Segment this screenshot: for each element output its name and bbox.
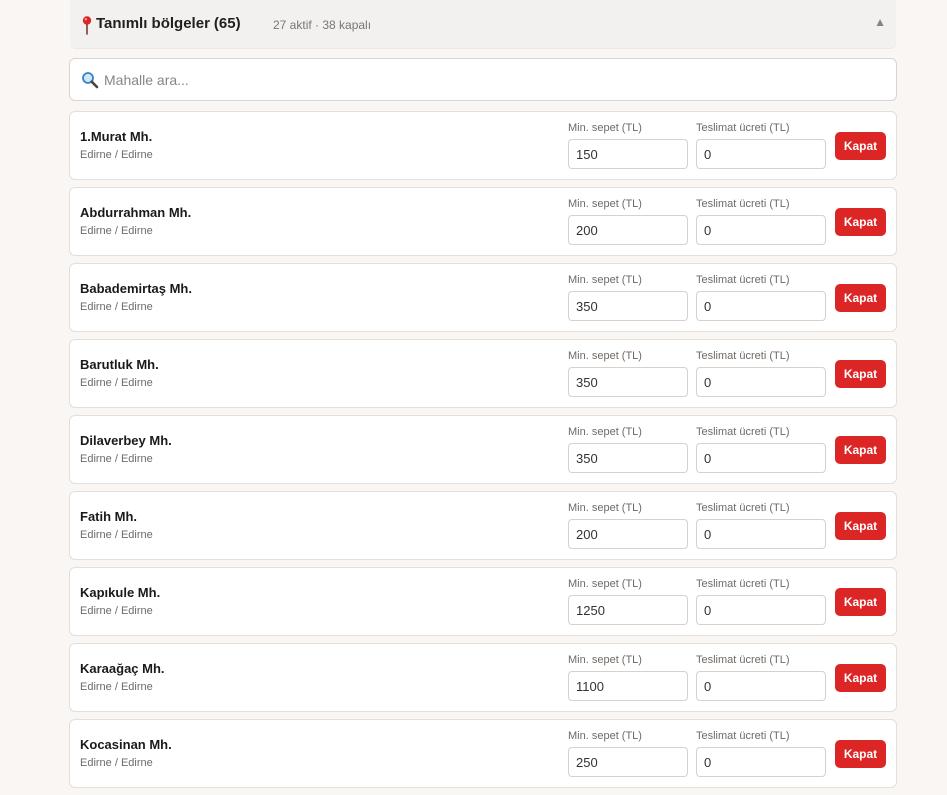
header-title-text: Tanımlı bölgeler: [96, 15, 210, 32]
region-location: Edirne / Edirne: [80, 529, 153, 541]
delivery-fee-input[interactable]: [696, 367, 826, 397]
regions-header[interactable]: Tanımlı bölgeler (65) 27 aktif · 38 kapal…: [70, 0, 896, 48]
region-location: Edirne / Edirne: [80, 605, 153, 617]
region-name: Babademirtaş Mh.: [80, 281, 192, 296]
min-basket-input[interactable]: [568, 747, 688, 777]
region-row: Babademirtaş Mh. Edirne / Edirne Min. se…: [69, 263, 897, 332]
min-basket-label: Min. sepet (TL): [568, 578, 642, 590]
region-row: Karaağaç Mh. Edirne / Edirne Min. sepet …: [69, 643, 897, 712]
region-row: Barutluk Mh. Edirne / Edirne Min. sepet …: [69, 339, 897, 408]
delivery-fee-label: Teslimat ücreti (TL): [696, 426, 790, 438]
delivery-fee-input[interactable]: [696, 215, 826, 245]
search-input[interactable]: [104, 59, 874, 100]
region-location: Edirne / Edirne: [80, 681, 153, 693]
region-name: Karaağaç Mh.: [80, 661, 165, 676]
region-name: Kocasinan Mh.: [80, 737, 172, 752]
min-basket-label: Min. sepet (TL): [568, 198, 642, 210]
min-basket-input[interactable]: [568, 367, 688, 397]
region-row: Fatih Mh. Edirne / Edirne Min. sepet (TL…: [69, 491, 897, 560]
region-name: Abdurrahman Mh.: [80, 205, 192, 220]
min-basket-label: Min. sepet (TL): [568, 274, 642, 286]
close-region-button[interactable]: Kapat: [835, 132, 886, 160]
delivery-fee-input[interactable]: [696, 671, 826, 701]
min-basket-label: Min. sepet (TL): [568, 122, 642, 134]
map-pin-icon: [82, 16, 92, 35]
region-location: Edirne / Edirne: [80, 453, 153, 465]
close-region-button[interactable]: Kapat: [835, 284, 886, 312]
delivery-fee-input[interactable]: [696, 139, 826, 169]
region-row: Kapıkule Mh. Edirne / Edirne Min. sepet …: [69, 567, 897, 636]
region-count: (65): [213, 15, 241, 32]
min-basket-label: Min. sepet (TL): [568, 502, 642, 514]
min-basket-input[interactable]: [568, 291, 688, 321]
region-name: Dilaverbey Mh.: [80, 433, 172, 448]
min-basket-label: Min. sepet (TL): [568, 654, 642, 666]
close-region-button[interactable]: Kapat: [835, 208, 886, 236]
delivery-fee-input[interactable]: [696, 519, 826, 549]
region-name: 1.Murat Mh.: [80, 129, 153, 144]
delivery-fee-label: Teslimat ücreti (TL): [696, 350, 790, 362]
min-basket-input[interactable]: [568, 519, 688, 549]
min-basket-input[interactable]: [568, 595, 688, 625]
min-basket-input[interactable]: [568, 671, 688, 701]
delivery-fee-input[interactable]: [696, 747, 826, 777]
region-name: Kapıkule Mh.: [80, 585, 161, 600]
min-basket-input[interactable]: [568, 215, 688, 245]
delivery-fee-label: Teslimat ücreti (TL): [696, 578, 790, 590]
region-row: 1.Murat Mh. Edirne / Edirne Min. sepet (…: [69, 111, 897, 180]
region-row: Dilaverbey Mh. Edirne / Edirne Min. sepe…: [69, 415, 897, 484]
delivery-fee-input[interactable]: [696, 443, 826, 473]
close-region-button[interactable]: Kapat: [835, 740, 886, 768]
delivery-fee-label: Teslimat ücreti (TL): [696, 502, 790, 514]
delivery-fee-label: Teslimat ücreti (TL): [696, 730, 790, 742]
min-basket-input[interactable]: [568, 139, 688, 169]
delivery-fee-input[interactable]: [696, 595, 826, 625]
collapse-up-icon[interactable]: ▲: [874, 15, 886, 29]
close-region-button[interactable]: Kapat: [835, 588, 886, 616]
search-icon: [82, 72, 99, 89]
search-box: [69, 58, 897, 101]
region-status-summary: 27 aktif · 38 kapalı: [273, 18, 372, 32]
min-basket-input[interactable]: [568, 443, 688, 473]
min-basket-label: Min. sepet (TL): [568, 350, 642, 362]
close-region-button[interactable]: Kapat: [835, 512, 886, 540]
close-region-button[interactable]: Kapat: [835, 436, 886, 464]
delivery-fee-label: Teslimat ücreti (TL): [696, 274, 790, 286]
region-row: Abdurrahman Mh. Edirne / Edirne Min. sep…: [69, 187, 897, 256]
region-list: 1.Murat Mh. Edirne / Edirne Min. sepet (…: [69, 111, 897, 795]
delivery-fee-label: Teslimat ücreti (TL): [696, 654, 790, 666]
region-name: Barutluk Mh.: [80, 357, 159, 372]
min-basket-label: Min. sepet (TL): [568, 426, 642, 438]
close-region-button[interactable]: Kapat: [835, 664, 886, 692]
region-location: Edirne / Edirne: [80, 377, 153, 389]
delivery-fee-label: Teslimat ücreti (TL): [696, 122, 790, 134]
min-basket-label: Min. sepet (TL): [568, 730, 642, 742]
close-region-button[interactable]: Kapat: [835, 360, 886, 388]
region-location: Edirne / Edirne: [80, 301, 153, 313]
delivery-fee-input[interactable]: [696, 291, 826, 321]
region-row: Kocasinan Mh. Edirne / Edirne Min. sepet…: [69, 719, 897, 788]
region-location: Edirne / Edirne: [80, 757, 153, 769]
region-location: Edirne / Edirne: [80, 225, 153, 237]
page-title: Tanımlı bölgeler (65): [96, 15, 241, 32]
region-location: Edirne / Edirne: [80, 149, 153, 161]
delivery-fee-label: Teslimat ücreti (TL): [696, 198, 790, 210]
region-name: Fatih Mh.: [80, 509, 138, 524]
